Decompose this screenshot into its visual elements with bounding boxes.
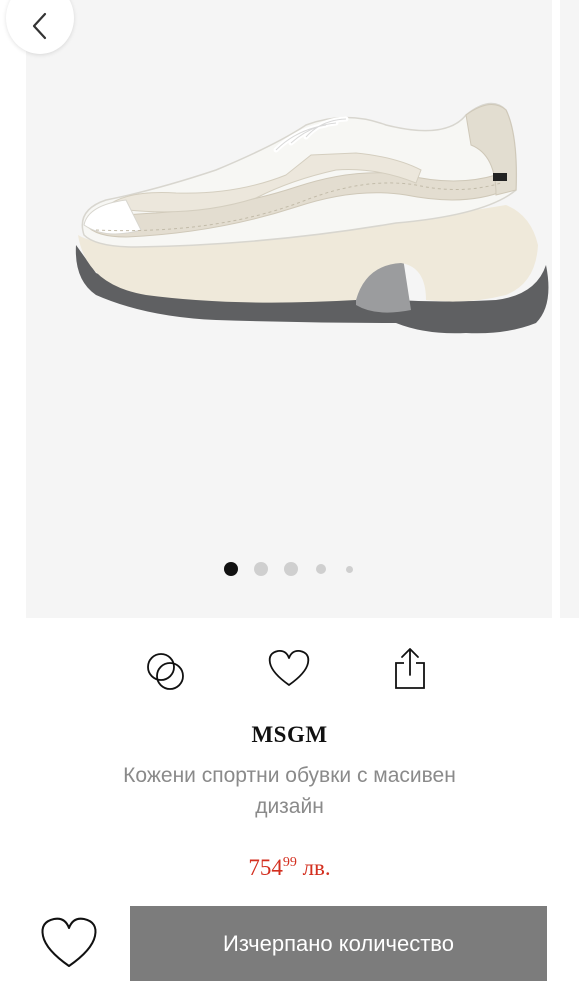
- product-actions-bar: [0, 645, 579, 695]
- pagination-dot-active[interactable]: [224, 562, 238, 576]
- product-brand[interactable]: MSGM: [0, 722, 579, 748]
- chevron-left-icon: [32, 12, 47, 40]
- product-image-slide[interactable]: [26, 0, 552, 618]
- pagination-dot[interactable]: [316, 564, 326, 574]
- pagination-dot[interactable]: [284, 562, 298, 576]
- pagination-dot[interactable]: [254, 562, 268, 576]
- heart-icon[interactable]: [266, 647, 312, 694]
- price-cents: 99: [282, 855, 297, 870]
- gallery-pagination: [0, 561, 579, 577]
- pagination-dot[interactable]: [346, 565, 353, 573]
- product-image: [75, 102, 549, 334]
- compare-icon[interactable]: [143, 649, 189, 700]
- heart-icon[interactable]: [38, 914, 100, 977]
- out-of-stock-button[interactable]: Изчерпано количество: [130, 906, 547, 981]
- product-price: 75499 лв.: [0, 855, 579, 881]
- product-gallery[interactable]: [0, 0, 579, 618]
- price-currency: лв.: [302, 855, 331, 880]
- price-main: 754: [248, 855, 283, 880]
- next-slide-peek[interactable]: [560, 0, 579, 618]
- share-icon[interactable]: [390, 645, 430, 698]
- product-title: Кожени спортни обувки с масивен дизайн: [123, 764, 456, 818]
